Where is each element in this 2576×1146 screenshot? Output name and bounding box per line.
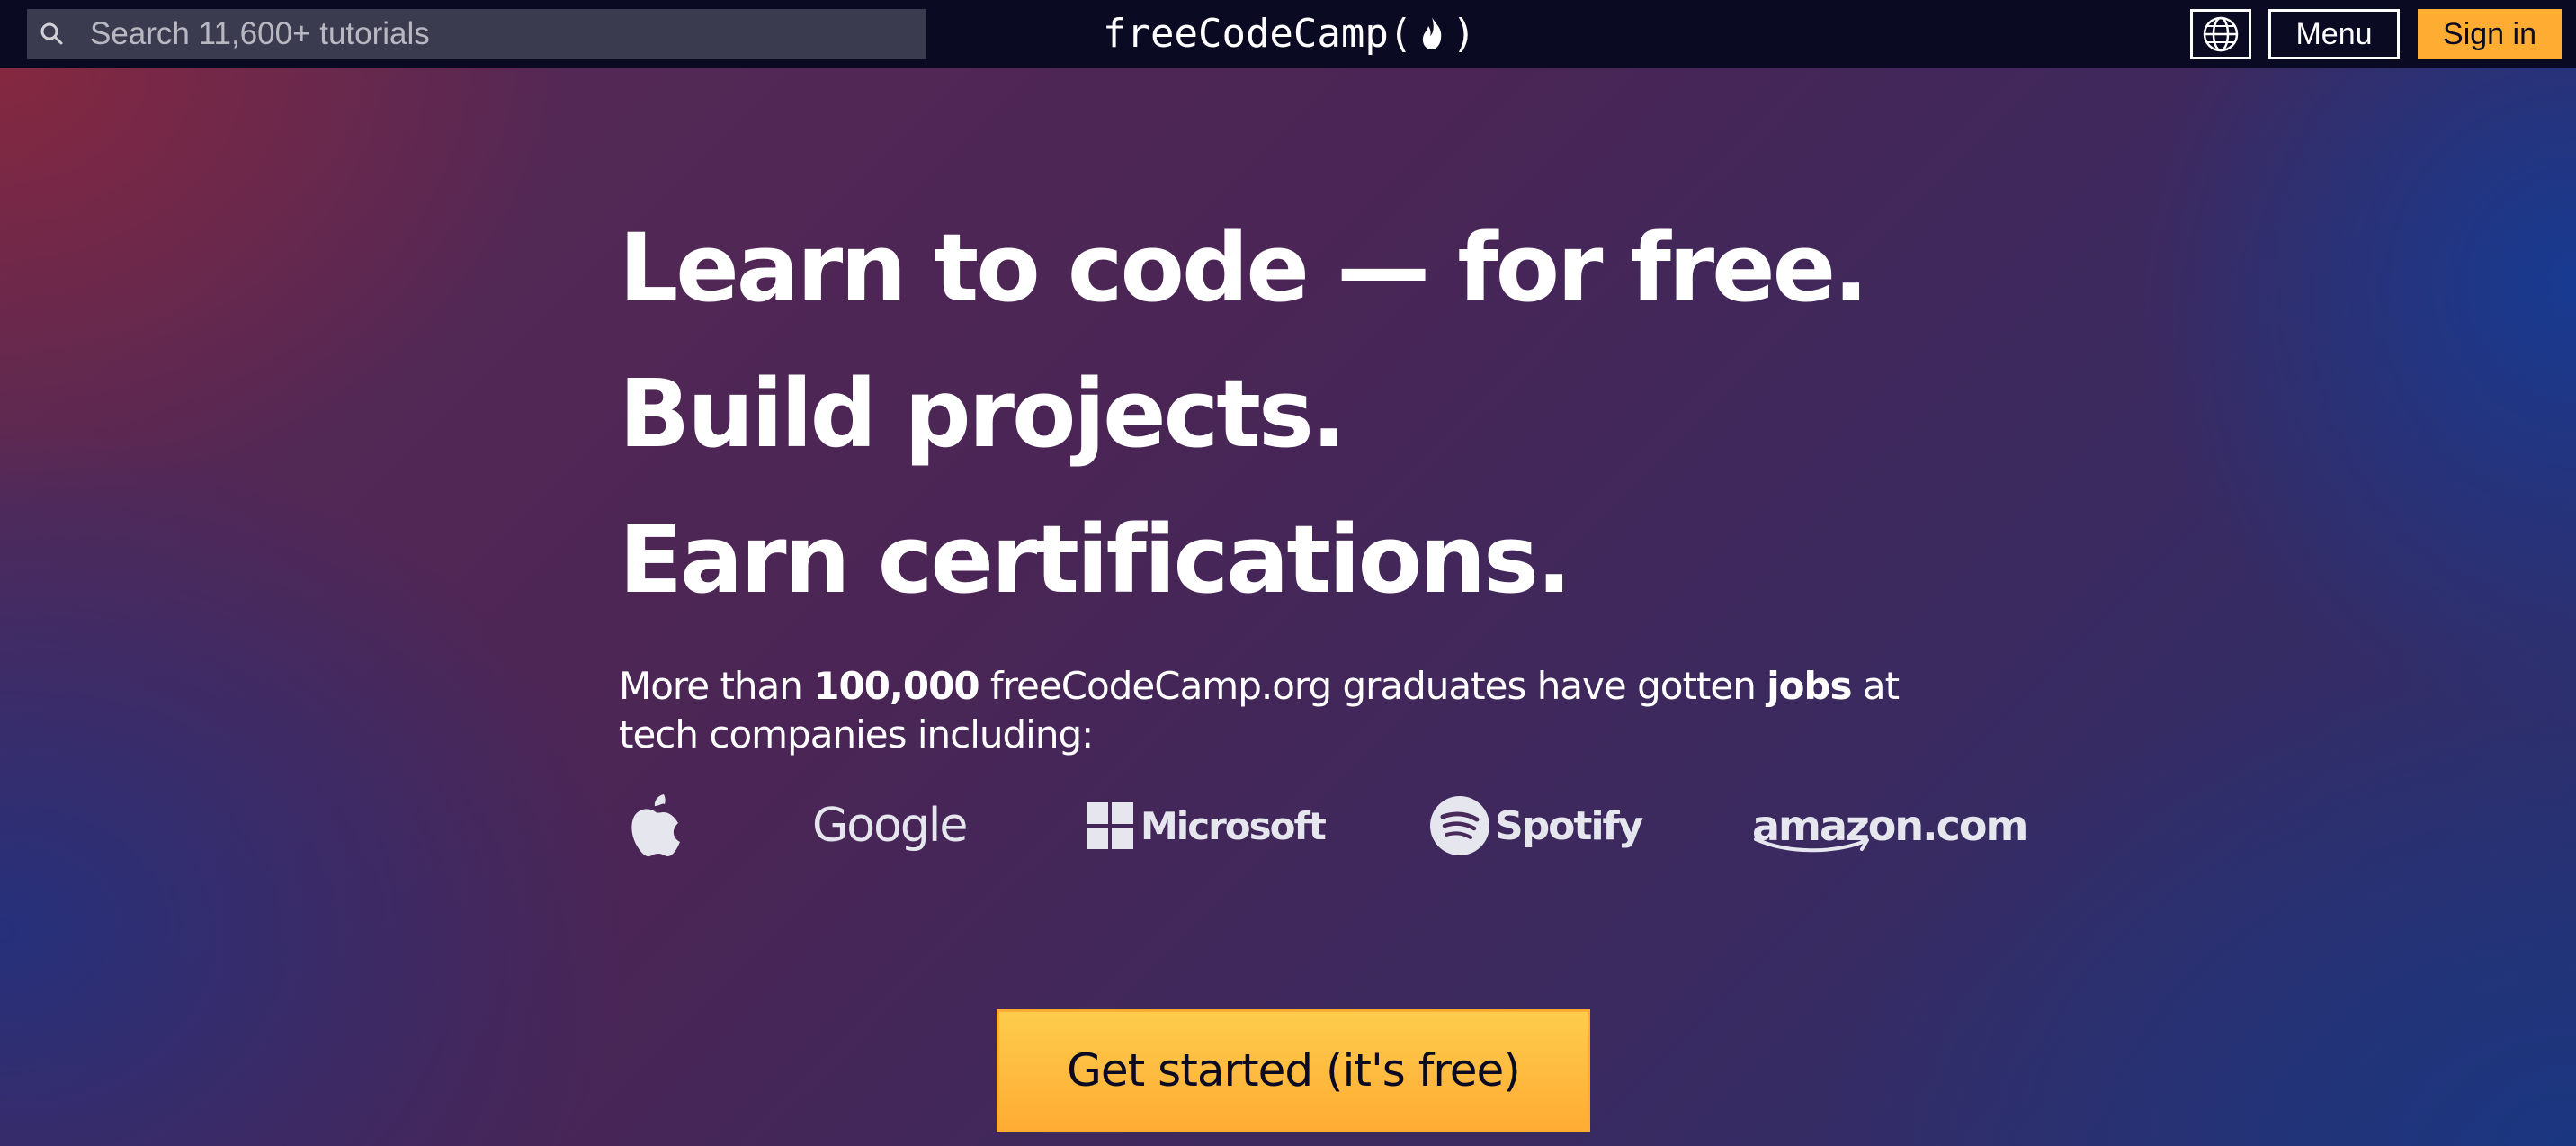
search-input[interactable] bbox=[90, 9, 917, 59]
amazon-text: amazon.com bbox=[1752, 801, 2028, 853]
language-button[interactable] bbox=[2190, 9, 2251, 59]
apple-icon bbox=[631, 794, 680, 857]
sign-in-button[interactable]: Sign in bbox=[2418, 9, 2562, 59]
google-logo: Google bbox=[812, 799, 968, 853]
subtext-part1: More than bbox=[619, 664, 814, 708]
get-started-button[interactable]: Get started (it's free) bbox=[997, 1009, 1590, 1132]
graduates-text: More than 100,000 freeCodeCamp.org gradu… bbox=[619, 662, 1986, 759]
headline-learn: Learn to code — for free. bbox=[619, 213, 1869, 323]
search-bar[interactable] bbox=[27, 9, 926, 59]
hero-section: Learn to code — for free. Build projects… bbox=[0, 68, 2576, 1146]
search-icon bbox=[40, 22, 63, 45]
spotify-logo: Spotify bbox=[1430, 781, 1643, 871]
menu-button[interactable]: Menu bbox=[2268, 9, 2400, 59]
subtext-part2: freeCodeCamp.org graduates have gotten bbox=[979, 664, 1767, 708]
flame-icon bbox=[1423, 17, 1442, 49]
graduates-count: 100,000 bbox=[813, 664, 979, 708]
headline-build: Build projects. bbox=[619, 359, 1346, 469]
apple-logo bbox=[628, 781, 682, 871]
spotify-text: Spotify bbox=[1495, 802, 1643, 849]
amazon-smile-icon bbox=[1754, 836, 1869, 853]
microsoft-icon bbox=[1087, 802, 1133, 849]
company-logos: Google Microsoft Spotify amazon.com bbox=[619, 781, 2028, 871]
amazon-logo: amazon.com bbox=[1752, 781, 2028, 871]
microsoft-logo: Microsoft bbox=[1087, 781, 1327, 871]
subtext-jobs: jobs bbox=[1767, 664, 1852, 708]
navbar: freeCodeCamp( ) Menu Sign in bbox=[0, 0, 2576, 68]
globe-icon bbox=[2203, 16, 2239, 52]
logo-text-end: ) bbox=[1452, 10, 1476, 57]
microsoft-text: Microsoft bbox=[1140, 803, 1327, 848]
logo-text-start: freeCodeCamp( bbox=[1103, 10, 1413, 57]
freecodecamp-logo[interactable]: freeCodeCamp( ) bbox=[1103, 4, 1476, 63]
headline-earn: Earn certifications. bbox=[619, 505, 1572, 614]
spotify-icon bbox=[1430, 796, 1489, 855]
